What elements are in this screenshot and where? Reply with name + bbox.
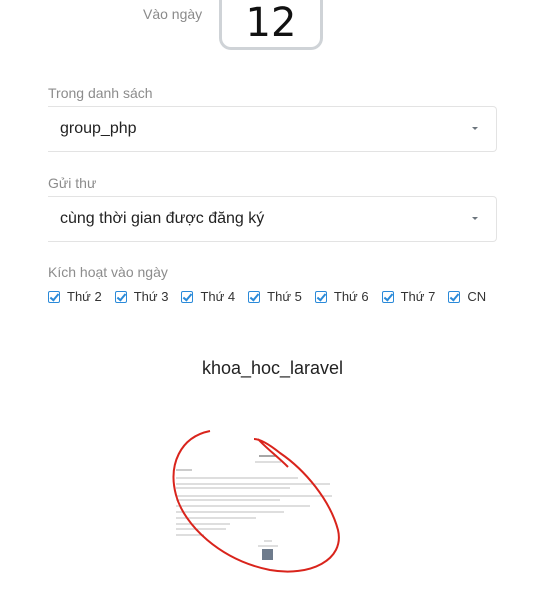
course-title: khoa_hoc_laravel	[201, 358, 344, 378]
day-checkbox-label: CN	[467, 289, 487, 304]
day-checkbox-label: Thứ 5	[267, 289, 302, 304]
day-box[interactable]: 12	[219, 0, 323, 50]
active-days-label: Kích hoạt vào ngày	[48, 264, 168, 280]
red-annotation-icon	[172, 430, 340, 573]
list-select[interactable]: group_php	[48, 106, 497, 152]
chevron-down-icon	[472, 127, 478, 130]
checkbox-checked-icon[interactable]	[48, 290, 60, 303]
email-preview-avatar	[262, 549, 273, 560]
day-checkbox-tue[interactable]: Thứ 3	[114, 289, 169, 304]
checkbox-checked-icon[interactable]	[381, 290, 394, 303]
checkbox-checked-icon[interactable]	[248, 290, 261, 303]
day-checkbox-thu[interactable]: Thứ 5	[248, 289, 302, 304]
day-number: 12	[245, 0, 297, 46]
day-checkbox-sat[interactable]: Thứ 7	[381, 289, 436, 304]
day-checkbox-wed[interactable]: Thứ 4	[181, 289, 235, 304]
send-select-value: cùng thời gian được đăng ký	[60, 210, 265, 227]
list-select-value: group_php	[60, 120, 137, 137]
send-field-label: Gửi thư	[48, 175, 97, 191]
day-label: Vào ngày	[143, 6, 203, 22]
checkbox-checked-icon[interactable]	[114, 290, 127, 303]
day-checkbox-fri[interactable]: Thứ 6	[314, 289, 369, 304]
day-checkbox-label: Thứ 6	[333, 289, 369, 304]
day-checkbox-mon[interactable]: Thứ 2	[48, 289, 102, 304]
day-checkbox-label: Thứ 7	[400, 289, 436, 304]
day-checkbox-label: Thứ 3	[133, 289, 169, 304]
checkbox-checked-icon[interactable]	[314, 290, 327, 303]
send-select[interactable]: cùng thời gian được đăng ký	[48, 196, 497, 242]
day-checkbox-label: Thứ 2	[67, 289, 102, 304]
active-days-row: Thứ 2 Thứ 3 Thứ 4 Thứ 5 Thứ 6 Thứ 7 CN	[48, 289, 499, 304]
email-preview-thumbnail[interactable]	[160, 425, 350, 575]
checkbox-checked-icon[interactable]	[448, 290, 461, 303]
day-checkbox-label: Thứ 4	[200, 289, 236, 304]
day-checkbox-sun[interactable]: CN	[448, 289, 486, 304]
chevron-down-icon	[472, 217, 478, 220]
checkbox-checked-icon[interactable]	[181, 290, 194, 303]
list-field-label: Trong danh sách	[48, 85, 153, 101]
